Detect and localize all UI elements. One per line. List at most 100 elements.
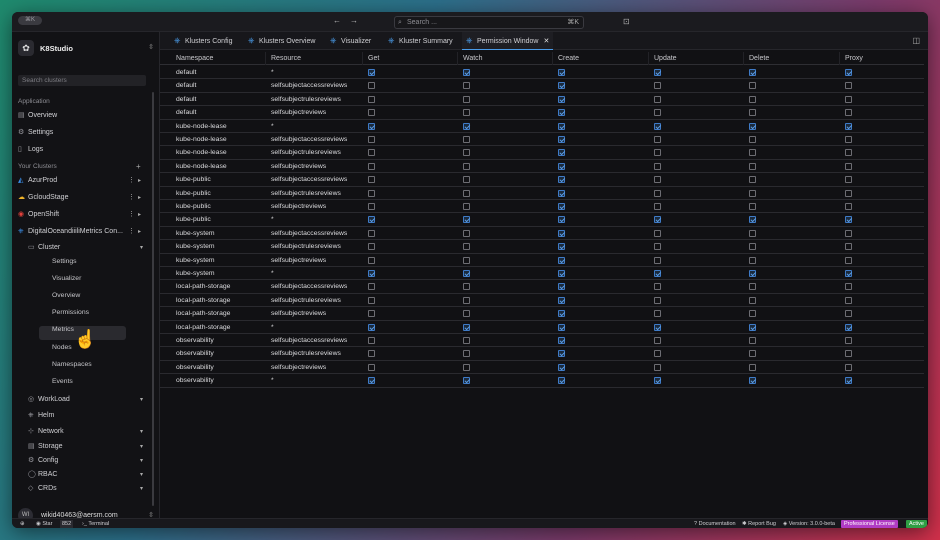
permission-checkbox-delete[interactable] [749,337,756,344]
permission-checkbox-update[interactable] [654,296,661,304]
permission-checkbox-create[interactable] [558,203,565,210]
permission-checkbox-create[interactable] [558,323,565,331]
permission-checkbox-proxy[interactable] [845,82,852,90]
cluster-nav-overview[interactable]: Overview [52,290,80,302]
permission-checkbox-proxy[interactable] [845,229,852,237]
table-row[interactable]: observability selfsubjectrulesreviews [160,347,924,361]
permission-checkbox-watch[interactable] [463,243,470,251]
permission-checkbox-update[interactable] [654,243,661,251]
permission-checkbox-get[interactable] [368,216,375,224]
permission-checkbox-delete[interactable] [749,256,756,264]
permission-checkbox-proxy[interactable] [845,350,852,358]
permission-checkbox-create[interactable] [558,109,565,117]
cluster-nav-metrics[interactable]: Metrics [52,324,74,336]
permission-checkbox-update[interactable] [654,323,661,331]
permission-checkbox-update[interactable] [654,69,661,76]
permission-checkbox-delete[interactable] [749,216,756,224]
permission-checkbox-delete[interactable] [749,82,756,90]
table-row[interactable]: kube-system selfsubjectrulesreviews [160,240,924,254]
permission-checkbox-delete[interactable] [749,136,756,143]
permission-checkbox-create[interactable] [558,136,565,143]
permission-checkbox-proxy[interactable] [845,337,852,344]
permission-checkbox-watch[interactable] [463,283,470,291]
permission-checkbox-get[interactable] [368,136,375,143]
permission-checkbox-delete[interactable] [749,377,756,385]
permission-checkbox-get[interactable] [368,69,375,76]
permission-checkbox-create[interactable] [558,270,565,277]
permission-checkbox-watch[interactable] [463,310,470,318]
permission-checkbox-watch[interactable] [463,270,470,277]
table-row[interactable]: kube-node-lease selfsubjectreviews [160,160,924,174]
table-row[interactable]: kube-public selfsubjectreviews [160,200,924,214]
permission-checkbox-update[interactable] [654,109,661,117]
permission-checkbox-get[interactable] [368,243,375,251]
chevron-right-icon[interactable]: ▸ [138,175,141,187]
cluster-nav-namespaces[interactable]: Namespaces [52,359,92,371]
tab-permission-window[interactable]: ⎈ Permission Window ✕ [462,32,554,50]
permission-checkbox-update[interactable] [654,122,661,130]
table-row[interactable]: kube-node-lease selfsubjectaccessreviews [160,133,924,147]
more-options-icon[interactable]: ⋮ [128,175,135,187]
sidebar-group-crds[interactable]: ◇ CRDs ▾ [28,483,143,495]
permission-checkbox-watch[interactable] [463,149,470,157]
permission-checkbox-delete[interactable] [749,122,756,130]
permission-checkbox-create[interactable] [558,310,565,318]
permission-checkbox-delete[interactable] [749,149,756,157]
chevron-right-icon[interactable]: ▸ [138,209,141,221]
permission-checkbox-create[interactable] [558,296,565,304]
tab-klusters-overview[interactable]: ⎈ Klusters Overview [248,32,315,50]
cluster-nav-events[interactable]: Events [52,376,73,388]
permission-checkbox-delete[interactable] [749,203,756,210]
license-badge[interactable]: Professional License [841,520,898,528]
permission-checkbox-watch[interactable] [463,162,470,170]
permission-checkbox-watch[interactable] [463,377,470,385]
table-row[interactable]: local-path-storage selfsubjectreviews [160,307,924,321]
cluster-nav-permissions[interactable]: Permissions [52,307,89,319]
permission-checkbox-proxy[interactable] [845,69,852,76]
permission-checkbox-proxy[interactable] [845,109,852,117]
add-cluster-button[interactable]: + [136,162,141,171]
permission-checkbox-get[interactable] [368,189,375,197]
table-row[interactable]: default selfsubjectreviews [160,106,924,120]
permission-checkbox-delete[interactable] [749,69,756,76]
permission-checkbox-delete[interactable] [749,189,756,197]
permission-checkbox-get[interactable] [368,122,375,130]
permission-checkbox-update[interactable] [654,310,661,318]
table-row[interactable]: kube-public * [160,213,924,227]
sidebar-group-storage[interactable]: ▤ Storage ▾ [28,441,143,453]
cluster-group-toggle[interactable]: ▭ Cluster ▾ [28,242,143,254]
permission-checkbox-delete[interactable] [749,270,756,277]
permission-checkbox-update[interactable] [654,283,661,291]
column-header[interactable]: Delete [749,55,769,62]
permission-checkbox-create[interactable] [558,216,565,224]
permission-checkbox-proxy[interactable] [845,283,852,291]
permission-checkbox-delete[interactable] [749,323,756,331]
permission-checkbox-proxy[interactable] [845,377,852,385]
permission-checkbox-proxy[interactable] [845,162,852,170]
sidebar-group-rbac[interactable]: ◯ RBAC ▾ [28,469,143,481]
column-header[interactable]: Namespace [176,55,213,62]
permission-checkbox-watch[interactable] [463,176,470,184]
permission-checkbox-get[interactable] [368,377,375,385]
sidebar-group-network[interactable]: ⊹ Network ▾ [28,426,143,438]
sidebar-group-config[interactable]: ⚙ Config ▾ [28,455,143,467]
more-options-icon[interactable]: ⋮ [128,192,135,204]
permission-checkbox-get[interactable] [368,82,375,90]
permission-checkbox-proxy[interactable] [845,189,852,197]
permission-checkbox-proxy[interactable] [845,323,852,331]
cluster-item[interactable]: ☁ GcloudStage ⋮ ▸ [18,192,141,204]
permission-checkbox-delete[interactable] [749,310,756,318]
permission-checkbox-proxy[interactable] [845,122,852,130]
more-options-icon[interactable]: ⋮ [128,209,135,221]
column-header[interactable]: Watch [463,55,483,62]
permission-checkbox-proxy[interactable] [845,243,852,251]
permission-checkbox-watch[interactable] [463,229,470,237]
permission-checkbox-proxy[interactable] [845,176,852,184]
permission-checkbox-get[interactable] [368,109,375,117]
permission-checkbox-update[interactable] [654,350,661,358]
cluster-nav-nodes[interactable]: Nodes [52,342,72,354]
window-pill[interactable]: ⌘K [18,16,42,25]
permission-checkbox-create[interactable] [558,363,565,371]
tab-klusters-config[interactable]: ⎈ Klusters Config [174,32,232,50]
permission-checkbox-watch[interactable] [463,69,470,76]
